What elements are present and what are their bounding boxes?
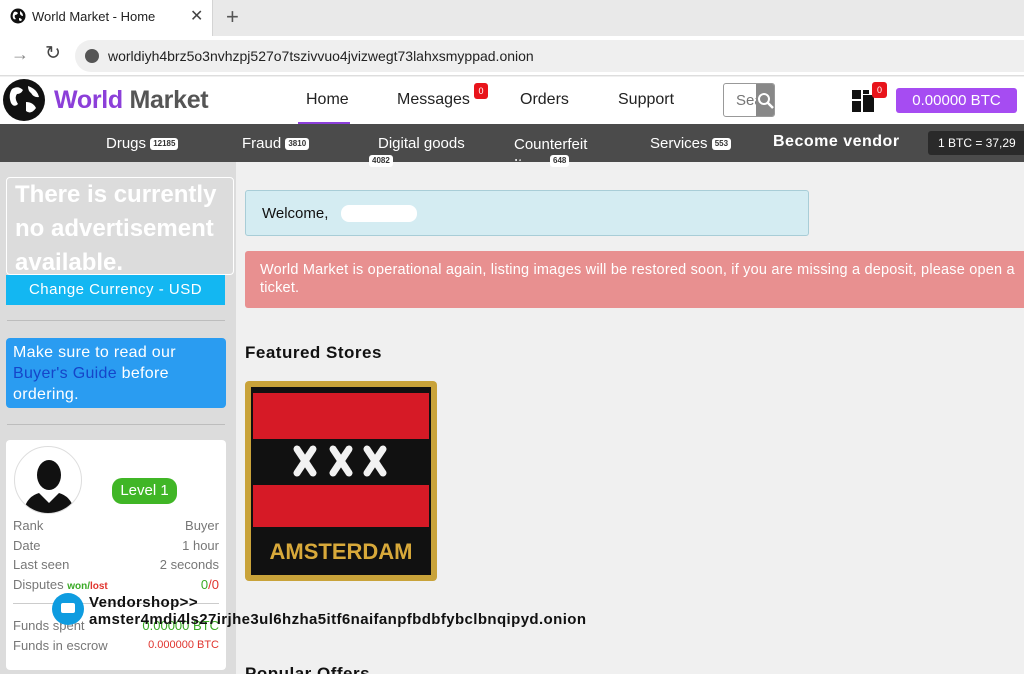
logo-market: Market [129, 86, 209, 114]
globe-icon [10, 8, 26, 24]
guide-text: Make sure to read our [13, 344, 176, 361]
category-count: 648 [550, 155, 570, 167]
category-count: 4082 [369, 155, 393, 167]
won-label: won [67, 581, 88, 592]
welcome-text: Welcome, [262, 205, 329, 222]
level-badge: Level 1 [112, 478, 177, 504]
become-vendor-link[interactable]: Become vendor [773, 133, 900, 151]
alert-text: World Market is operational again, listi… [260, 262, 1015, 296]
url-text[interactable]: worldiyh4brz5o3nvhzpj527o7tszivvuo4jvizw… [108, 48, 534, 64]
cart-icon[interactable] [852, 90, 874, 112]
tab-title: World Market - Home [32, 9, 156, 24]
messages-badge: 0 [474, 83, 488, 99]
site-logo[interactable]: World Market [54, 86, 209, 115]
avatar [14, 446, 82, 514]
escrow-label: Funds in escrow [13, 638, 108, 653]
category-services[interactable]: Services 553 [650, 135, 732, 152]
site-info-icon[interactable] [85, 49, 99, 63]
featured-store-image[interactable]: AMSTERDAM [245, 381, 437, 581]
category-label: Digital goods [378, 135, 465, 152]
profile-rank-row: Rank Buyer [13, 518, 219, 533]
user-silhouette-icon [23, 460, 75, 513]
store-banner-text: AMSTERDAM [270, 539, 413, 564]
disputes-label: Disputes [13, 577, 64, 592]
date-label: Date [13, 538, 41, 553]
search-box [723, 83, 775, 117]
popular-offers-title: Popular Offers [245, 664, 371, 674]
rank-label: Rank [13, 518, 44, 533]
buyers-guide-link[interactable]: Buyer's Guide [13, 365, 117, 382]
category-label: Drugs [106, 135, 147, 152]
lost-label: lost [89, 581, 108, 592]
search-icon [758, 93, 774, 109]
user-profile-card: Level 1 Rank Buyer Date 1 hour Last seen… [6, 440, 226, 670]
profile-escrow-row: Funds in escrow 0.000000 BTC [13, 638, 219, 653]
profile-lastseen-row: Last seen 2 seconds [13, 557, 219, 572]
nav-support[interactable]: Support [618, 91, 674, 109]
nav-home[interactable]: Home [306, 91, 349, 109]
category-count: 3810 [285, 138, 310, 151]
nav-messages[interactable]: Messages [397, 91, 470, 109]
divider [7, 320, 225, 321]
category-digital-goods[interactable]: Digital goods [378, 135, 465, 152]
disputes-lost-count: 0 [211, 577, 219, 592]
search-input[interactable] [736, 92, 758, 109]
site-header: World Market Home Messages Orders Suppor… [0, 77, 1024, 125]
featured-stores-title: Featured Stores [245, 343, 382, 362]
browser-tab[interactable]: World Market - Home ✕ [0, 0, 213, 36]
category-count: 12185 [150, 138, 179, 151]
reload-icon[interactable]: ↻ [45, 42, 61, 65]
rank-value: Buyer [185, 518, 219, 533]
vendorshop-label[interactable]: Vendorshop>> [89, 593, 198, 612]
nav-orders[interactable]: Orders [520, 91, 569, 109]
welcome-message: Welcome, [245, 190, 809, 236]
category-drugs[interactable]: Drugs 12185 [106, 135, 179, 152]
search-button[interactable] [756, 84, 774, 116]
advertisement-box: There is currently no advertisement avai… [6, 177, 234, 276]
url-field[interactable]: worldiyh4brz5o3nvhzpj527o7tszivvuo4jvizw… [75, 40, 1024, 72]
category-bar: Drugs 12185 Fraud 3810 Digital goods 408… [0, 124, 1024, 167]
profile-disputes-row: Disputes won/lost 0/0 [13, 577, 219, 592]
world-globe-icon[interactable] [2, 78, 46, 122]
escrow-value: 0.000000 BTC [148, 639, 219, 651]
cart-badge: 0 [872, 82, 887, 98]
category-count: 553 [711, 138, 732, 151]
status-alert: World Market is operational again, listi… [245, 251, 1024, 308]
btc-rate: 1 BTC = 37,29 [928, 131, 1024, 155]
buyers-guide-notice: Make sure to read our Buyer's Guide befo… [6, 338, 226, 408]
category-fraud[interactable]: Fraud 3810 [242, 135, 310, 152]
date-value: 1 hour [182, 538, 219, 553]
address-bar: → ↻ worldiyh4brz5o3nvhzpj527o7tszivvuo4j… [0, 36, 1024, 76]
close-tab-icon[interactable]: ✕ [190, 6, 203, 26]
browser-tabbar: World Market - Home ✕ + [0, 0, 1024, 36]
btc-balance-button[interactable]: 0.00000 BTC [896, 88, 1017, 113]
lastseen-label: Last seen [13, 557, 70, 572]
vendorshop-url[interactable]: amster4mdi4ls27irjhe3ul6hzha5itf6naifanp… [89, 611, 586, 628]
change-currency-button[interactable]: Change Currency - USD [6, 275, 225, 305]
profile-date-row: Date 1 hour [13, 538, 219, 553]
vendorshop-icon[interactable] [52, 593, 84, 625]
new-tab-button[interactable]: + [226, 4, 239, 30]
disputes-value: 0/0 [200, 577, 219, 592]
category-label: Fraud [242, 135, 282, 152]
category-label: Services [650, 135, 708, 152]
divider [7, 424, 225, 425]
forward-icon[interactable]: → [11, 44, 29, 65]
advertisement-text: There is currently no advertisement avai… [15, 181, 217, 276]
logo-world: World [54, 86, 123, 114]
redacted-username [341, 205, 417, 222]
lastseen-value: 2 seconds [159, 557, 219, 572]
